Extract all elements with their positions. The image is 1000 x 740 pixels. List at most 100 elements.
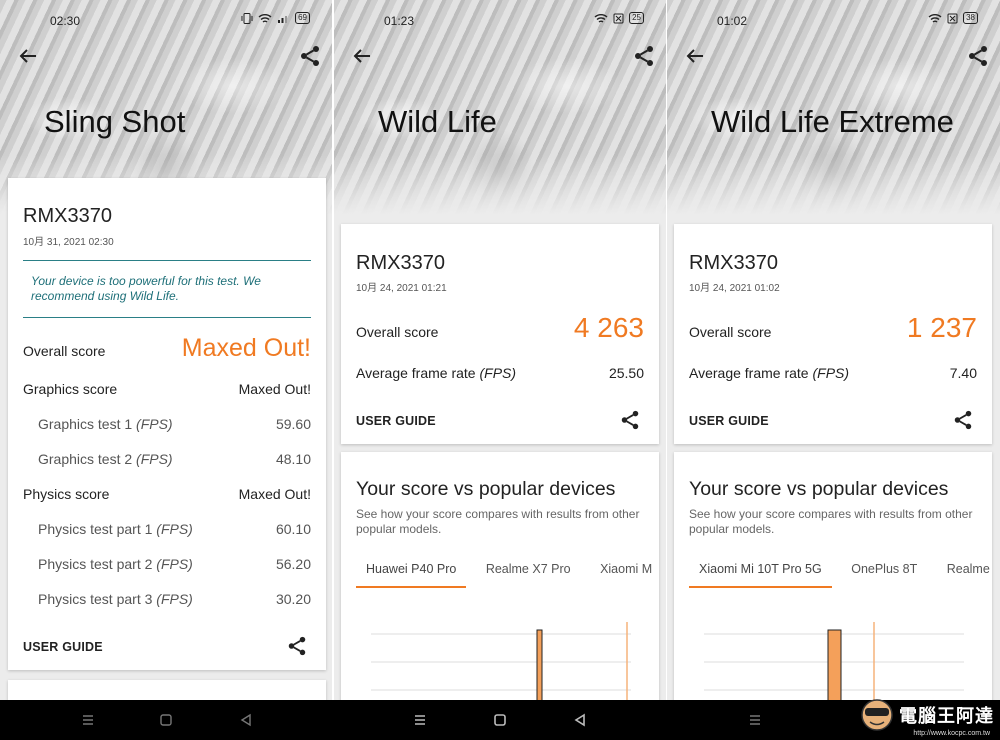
overall-score-value: Maxed Out! — [181, 334, 311, 362]
share-icon[interactable] — [298, 44, 322, 68]
user-guide-link[interactable]: USER GUIDE — [23, 640, 103, 654]
menu-icon[interactable] — [80, 712, 96, 728]
graphics-test-label: Graphics test 2 — [38, 451, 133, 467]
graphics-test-value: 48.10 — [275, 451, 311, 467]
user-guide-link[interactable]: USER GUIDE — [356, 414, 436, 428]
home-icon[interactable] — [158, 712, 174, 728]
page-title: Sling Shot — [44, 104, 186, 139]
fps-row: Average frame rate (FPS) 25.50 — [356, 365, 644, 381]
back-icon[interactable] — [572, 712, 588, 728]
fps-label: Average frame rate — [356, 365, 476, 381]
fps-row: Average frame rate (FPS) 7.40 — [689, 365, 977, 381]
battery-indicator: 38 — [963, 12, 978, 24]
status-bar: 01:23 25 — [334, 0, 666, 40]
graphics-score-value: Maxed Out! — [238, 381, 311, 397]
fps-label: Average frame rate — [689, 365, 809, 381]
physics-test-label: Physics test part 1 — [38, 521, 153, 537]
share-icon[interactable] — [632, 44, 656, 68]
tab-device[interactable]: Huawei P40 Pro — [356, 562, 467, 588]
compare-title: Your score vs popular devices — [689, 478, 949, 500]
overall-score-value: 1 237 — [906, 312, 977, 343]
share-icon[interactable] — [286, 635, 308, 657]
graphics-test-value: 59.60 — [275, 416, 311, 432]
share-icon[interactable] — [966, 44, 990, 68]
notice-text: Your device is too powerful for this tes… — [23, 260, 311, 318]
status-icons: 25 — [594, 12, 644, 24]
status-icons: 69 — [241, 12, 310, 24]
status-time: 02:30 — [50, 14, 81, 28]
menu-icon[interactable] — [747, 712, 763, 728]
mascot-logo-icon — [861, 699, 893, 731]
overall-score-row: Overall score 4 263 — [356, 312, 644, 344]
graphics-score-label: Graphics score — [23, 381, 118, 397]
tab-device[interactable]: OnePlus 8T — [841, 562, 927, 586]
physics-test-label: Physics test part 3 — [38, 591, 153, 607]
test-date: 10月 31, 2021 02:30 — [23, 237, 114, 248]
signal-icon — [278, 15, 288, 23]
wifi-icon — [594, 13, 608, 23]
fps-unit: (FPS) — [156, 591, 193, 607]
device-tabs: Xiaomi Mi 10T Pro 5G OnePlus 8T Realme — [689, 562, 1000, 588]
next-card — [8, 680, 326, 700]
fps-unit: (FPS) — [812, 365, 850, 381]
back-icon[interactable] — [238, 712, 254, 728]
battery-indicator: 69 — [295, 12, 310, 24]
no-sim-icon — [947, 13, 958, 23]
status-bar: 01:02 38 — [667, 0, 1000, 40]
back-arrow-icon[interactable] — [350, 44, 374, 68]
overall-score-label: Overall score — [23, 343, 106, 359]
status-time: 01:02 — [717, 14, 748, 28]
overall-score-row: Overall score 1 237 — [689, 312, 977, 344]
back-arrow-icon[interactable] — [16, 44, 40, 68]
chart-bar — [827, 629, 842, 700]
panel-wild-life: 01:23 25 Wild Life RMX3370 10月 24, 2021 … — [334, 0, 666, 700]
share-icon[interactable] — [619, 409, 641, 431]
graphics-test-row: Graphics test 2 (FPS) 48.10 — [38, 451, 311, 467]
status-icons: 38 — [928, 12, 978, 24]
device-tabs: Huawei P40 Pro Realme X7 Pro Xiaomi M — [356, 562, 666, 588]
user-guide-link[interactable]: USER GUIDE — [689, 414, 769, 428]
vibrate-icon — [241, 12, 253, 24]
comparison-chart — [704, 622, 964, 700]
result-card: RMX3370 10月 24, 2021 01:02 Overall score… — [674, 224, 992, 444]
tab-device[interactable]: Realme X7 Pro — [476, 562, 581, 586]
no-sim-icon — [613, 13, 624, 23]
panel-wild-life-extreme: 01:02 38 Wild Life Extreme RMX3370 10月 2… — [667, 0, 1000, 700]
nav-buttons — [0, 700, 333, 740]
graphics-test-label: Graphics test 1 — [38, 416, 133, 432]
test-date: 10月 24, 2021 01:02 — [689, 283, 780, 294]
tab-device[interactable]: Xiaomi Mi 10T Pro 5G — [689, 562, 832, 588]
fps-unit: (FPS) — [479, 365, 517, 381]
chart-bar — [536, 629, 543, 700]
fps-value: 25.50 — [608, 365, 644, 381]
physics-score-row: Physics score Maxed Out! — [23, 486, 311, 502]
menu-icon[interactable] — [412, 712, 428, 728]
tab-device[interactable]: Xiaomi M — [590, 562, 662, 586]
battery-indicator: 25 — [629, 12, 644, 24]
result-card: RMX3370 10月 31, 2021 02:30 Your device i… — [8, 178, 326, 670]
device-name: RMX3370 — [689, 252, 778, 274]
test-date: 10月 24, 2021 01:21 — [356, 283, 447, 294]
tab-device[interactable]: Realme — [937, 562, 1000, 586]
compare-title: Your score vs popular devices — [356, 478, 616, 500]
physics-score-label: Physics score — [23, 486, 110, 502]
watermark-url: http://www.kocpc.com.tw — [913, 730, 990, 737]
home-icon[interactable] — [492, 712, 508, 728]
nav-buttons — [334, 700, 667, 740]
physics-test-value: 30.20 — [275, 591, 311, 607]
comparison-chart — [371, 622, 631, 700]
physics-score-value: Maxed Out! — [238, 486, 311, 502]
fps-value: 7.40 — [949, 365, 977, 381]
overall-score-row: Overall score Maxed Out! — [23, 334, 311, 363]
fps-unit: (FPS) — [136, 451, 173, 467]
navigation-bar — [0, 700, 1000, 740]
back-arrow-icon[interactable] — [683, 44, 707, 68]
status-time: 01:23 — [384, 14, 415, 28]
wifi-icon — [928, 13, 942, 23]
share-icon[interactable] — [952, 409, 974, 431]
overall-score-value: 4 263 — [573, 312, 644, 343]
fps-unit: (FPS) — [156, 521, 193, 537]
page-title: Wild Life Extreme — [711, 104, 954, 139]
device-name: RMX3370 — [356, 252, 445, 274]
compare-card: Your score vs popular devices See how yo… — [341, 452, 659, 700]
